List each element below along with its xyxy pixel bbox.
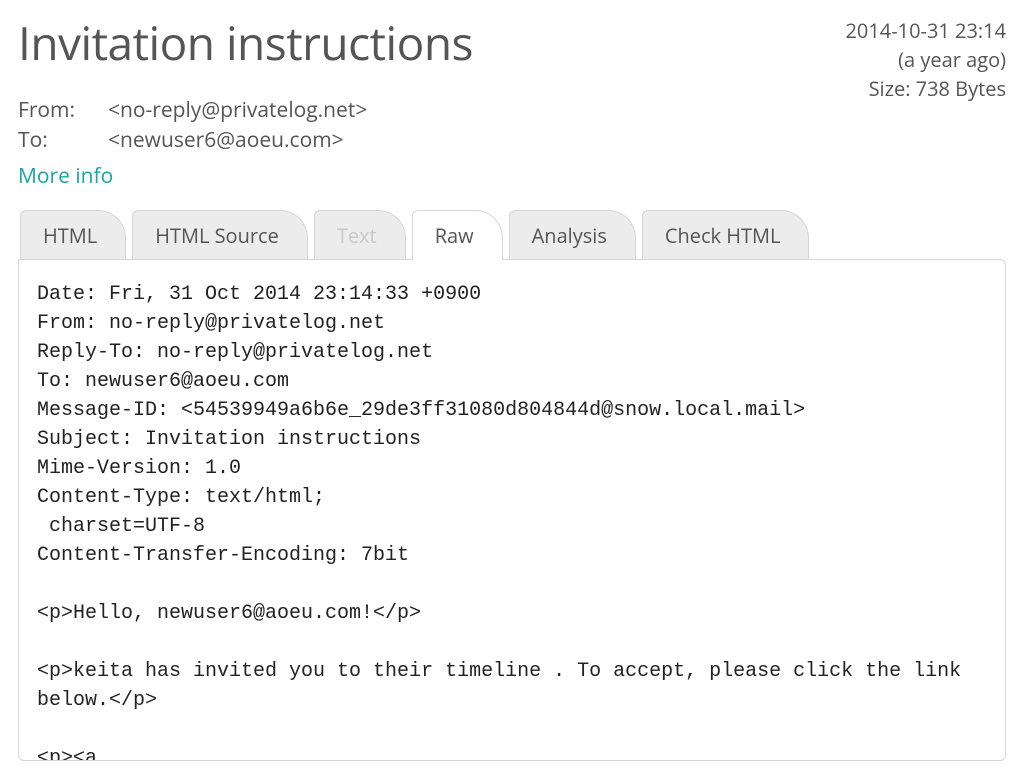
raw-content-pane: Date: Fri, 31 Oct 2014 23:14:33 +0900 Fr…: [18, 259, 1006, 761]
tab-text[interactable]: Text: [314, 210, 406, 260]
from-value: <no-reply@privatelog.net>: [108, 96, 367, 124]
content-tabs: HTML HTML Source Text Raw Analysis Check…: [18, 210, 1006, 259]
message-size: Size: 738 Bytes: [845, 74, 1006, 103]
message-subject: Invitation instructions: [18, 12, 845, 74]
raw-message-body: Date: Fri, 31 Oct 2014 23:14:33 +0900 Fr…: [37, 280, 987, 761]
tab-html[interactable]: HTML: [20, 210, 126, 260]
tab-raw[interactable]: Raw: [412, 210, 503, 260]
message-header: Invitation instructions From: <no-reply@…: [18, 12, 1006, 190]
to-label: To:: [18, 126, 108, 154]
message-datetime: 2014-10-31 23:14: [845, 16, 1006, 45]
message-stats: 2014-10-31 23:14 (a year ago) Size: 738 …: [845, 12, 1006, 103]
more-info-link[interactable]: More info: [18, 162, 113, 190]
tab-check-html[interactable]: Check HTML: [642, 210, 810, 260]
message-meta: From: <no-reply@privatelog.net> To: <new…: [18, 96, 845, 154]
to-value: <newuser6@aoeu.com>: [108, 126, 344, 154]
tab-html-source[interactable]: HTML Source: [132, 210, 308, 260]
message-relative-time: (a year ago): [845, 45, 1006, 74]
tab-analysis[interactable]: Analysis: [509, 210, 636, 260]
from-label: From:: [18, 96, 108, 124]
